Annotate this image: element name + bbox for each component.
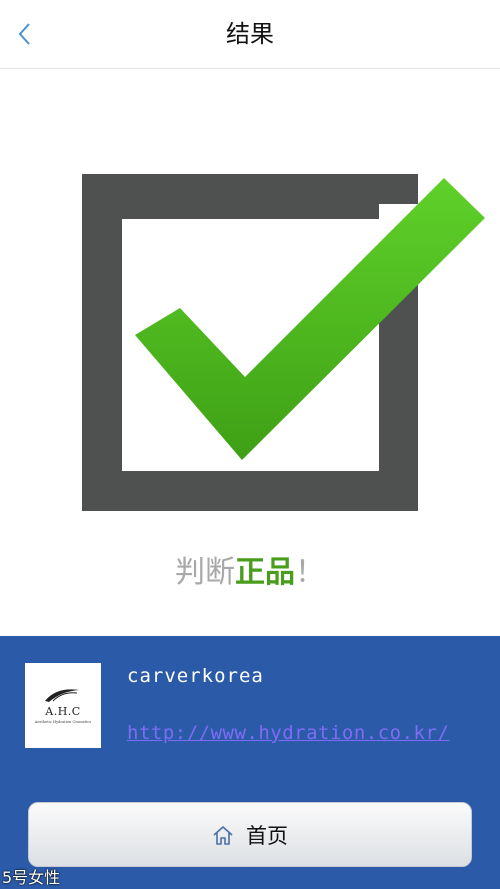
logo-subtext: Aesthetic Hydration Cosmetics — [34, 720, 92, 724]
verdict-text: 判断正品！ — [0, 548, 500, 598]
navigation-bar: 结果 — [0, 0, 500, 69]
verdict-highlight: 正品 — [235, 555, 295, 590]
verdict-suffix: ！ — [295, 555, 325, 590]
watermark: 5号女性 — [2, 868, 61, 887]
page-title: 结果 — [226, 20, 274, 48]
home-icon — [213, 825, 233, 845]
brand-name: carverkorea — [127, 665, 264, 687]
home-button-label: 首页 — [246, 823, 288, 848]
check-mark — [135, 178, 485, 460]
check-box-frame — [82, 174, 418, 511]
brand-url-link[interactable]: http://www.hydration.co.kr/ — [127, 722, 449, 744]
home-button[interactable]: 首页 — [28, 802, 472, 867]
logo-text: A.H.C — [45, 705, 81, 718]
verdict-prefix: 判断 — [175, 555, 235, 590]
check-box-icon — [82, 174, 485, 511]
brand-logo: A.H.C Aesthetic Hydration Cosmetics — [25, 663, 101, 748]
swoosh-icon — [45, 689, 79, 702]
